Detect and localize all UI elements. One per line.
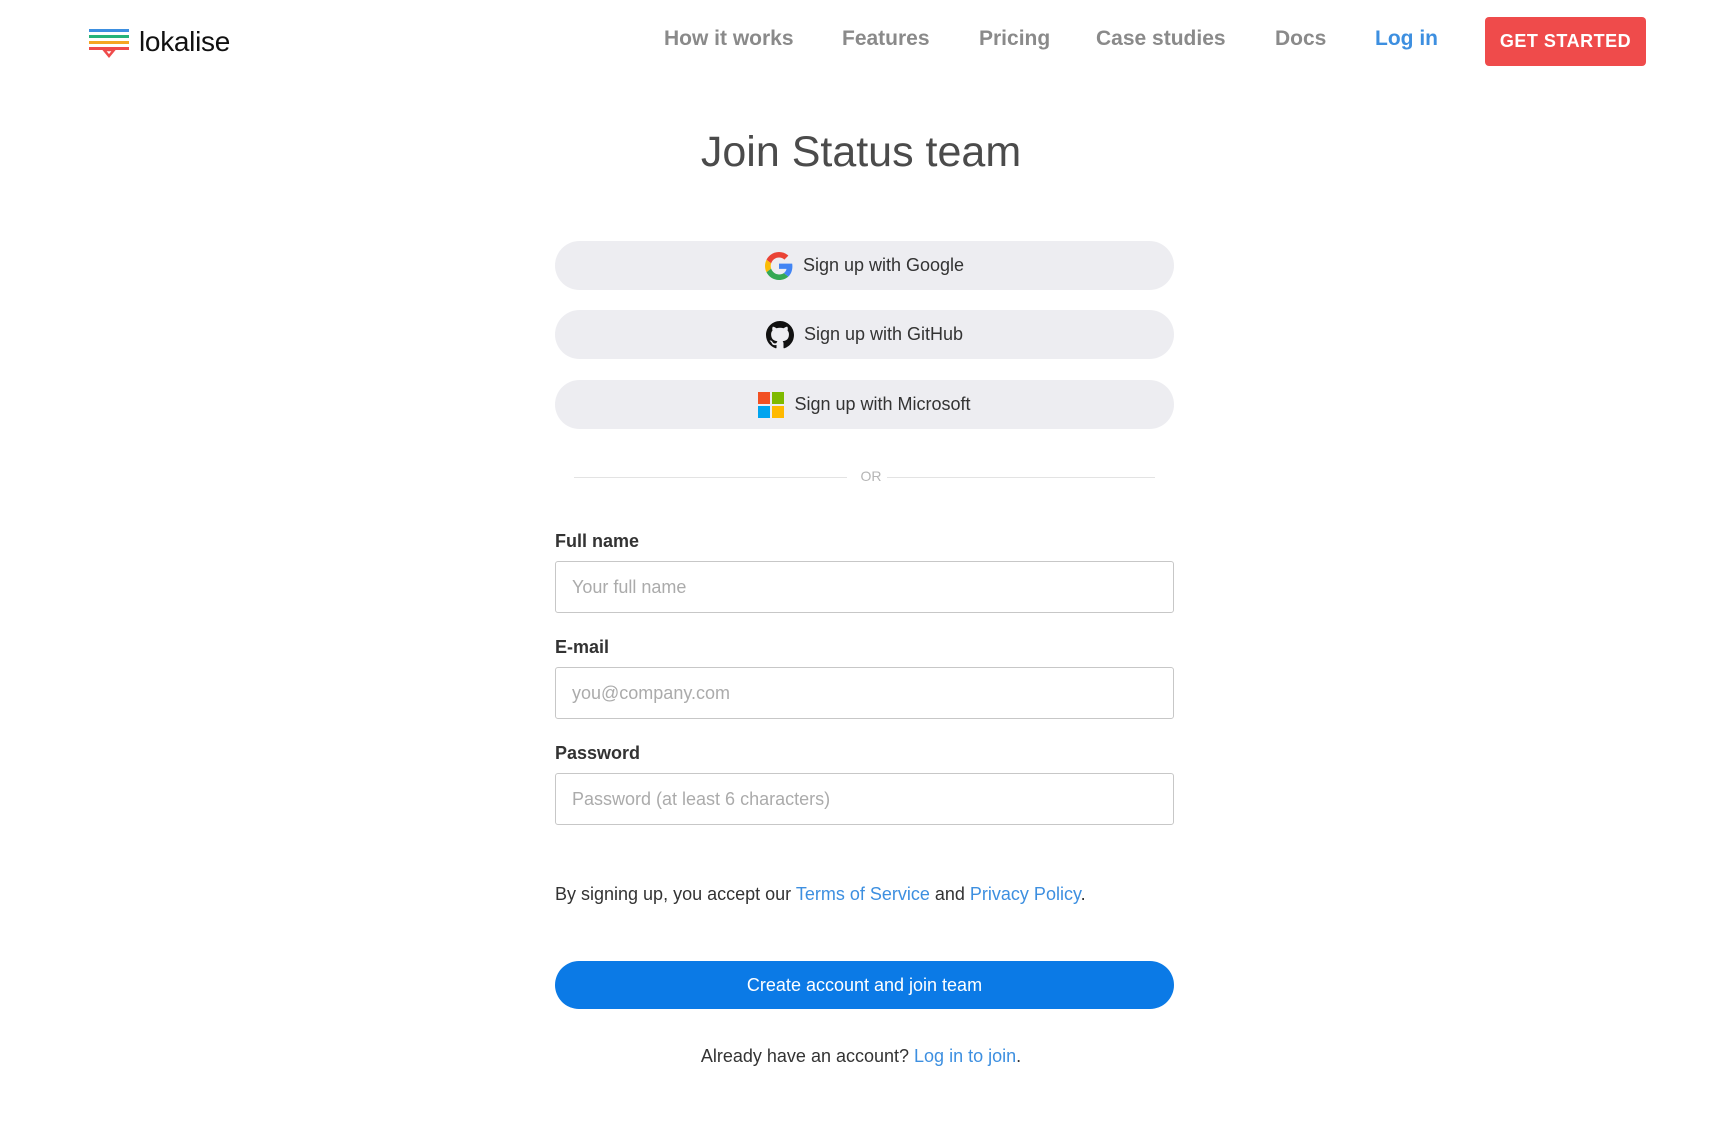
google-signup-button[interactable]: Sign up with Google [555,241,1174,290]
google-signup-label: Sign up with Google [802,255,965,275]
create-account-button[interactable]: Create account and join team [555,961,1174,1009]
microsoft-signup-button[interactable]: Sign up with Microsoft [555,380,1174,429]
terms-text: By signing up, you accept our Terms of S… [555,884,1086,905]
terms-suffix: . [1080,884,1086,904]
github-signup-label: Sign up with GitHub [803,324,964,344]
privacy-policy-link[interactable]: Privacy Policy [970,884,1081,904]
email-input[interactable] [555,667,1174,719]
brand-logo[interactable]: lokalise [89,24,230,60]
page-title: Join Status team [700,128,1022,176]
log-in-to-join-link[interactable]: Log in to join [914,1046,1016,1066]
terms-prefix: By signing up, you accept our [555,884,796,904]
nav-features[interactable]: Features [842,27,930,51]
divider-or-text: OR [860,468,882,484]
github-signup-button[interactable]: Sign up with GitHub [555,310,1174,359]
password-label: Password [555,743,641,763]
lokalise-logo-icon [89,26,129,58]
divider-line-left [574,477,847,478]
login-prompt: Already have an account? Log in to join. [0,1046,1722,1067]
full-name-input[interactable] [555,561,1174,613]
login-prompt-suffix: . [1016,1046,1022,1066]
nav-log-in[interactable]: Log in [1375,27,1438,51]
microsoft-icon [758,391,785,418]
nav-case-studies[interactable]: Case studies [1096,27,1226,51]
divider-line-right [887,477,1155,478]
nav-how-it-works[interactable]: How it works [664,27,794,51]
brand-name: lokalise [139,26,230,57]
get-started-button[interactable]: GET STARTED [1485,17,1646,66]
email-label: E-mail [555,637,610,657]
github-icon [765,320,794,349]
or-divider: OR [574,468,1155,488]
google-icon [764,251,793,280]
nav-docs[interactable]: Docs [1275,27,1326,51]
microsoft-signup-label: Sign up with Microsoft [794,394,971,414]
site-header: lokalise How it works Features Pricing C… [0,0,1722,82]
login-prompt-prefix: Already have an account? [700,1046,915,1066]
terms-middle: and [929,884,970,904]
password-input[interactable] [555,773,1174,825]
nav-pricing[interactable]: Pricing [979,27,1050,51]
full-name-label: Full name [555,531,640,551]
terms-of-service-link[interactable]: Terms of Service [796,884,930,904]
